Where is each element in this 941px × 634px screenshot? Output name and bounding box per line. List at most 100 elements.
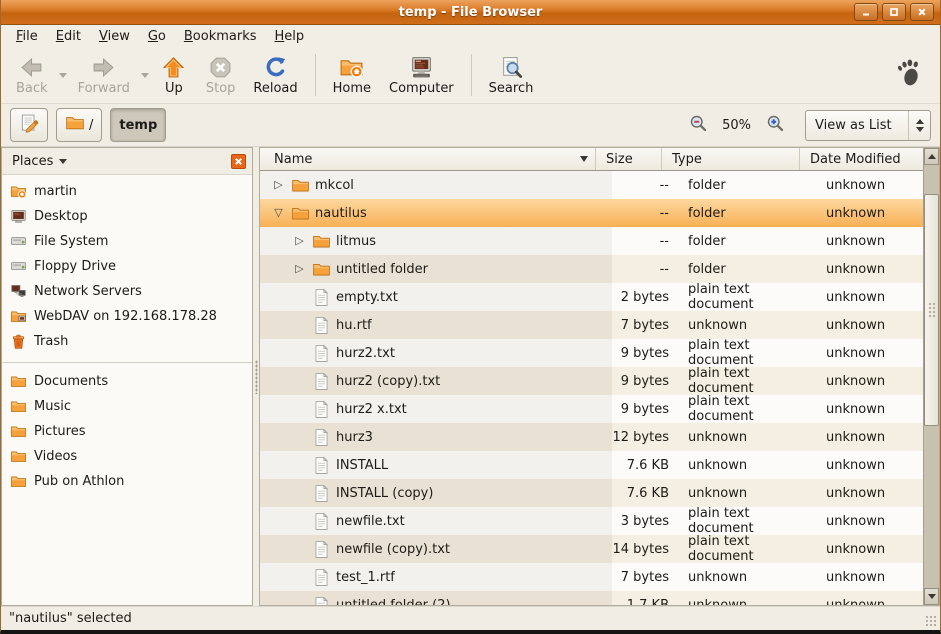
root-path-button[interactable]: / xyxy=(56,108,102,142)
view-selector-stepper[interactable] xyxy=(908,111,930,140)
file-row[interactable]: ▷mkcol--folderunknown xyxy=(260,171,939,199)
file-type: folder xyxy=(678,227,816,255)
computer-button[interactable]: Computer xyxy=(380,50,463,100)
expander-collapsed-icon[interactable]: ▷ xyxy=(271,171,286,199)
edit-location-button[interactable] xyxy=(10,108,48,142)
file-name: test_1.rtf xyxy=(336,570,395,585)
file-row[interactable]: empty.txt2 bytesplain text documentunkno… xyxy=(260,283,939,311)
stop-label: Stop xyxy=(206,81,236,96)
file-name: untitled folder (2) xyxy=(336,598,451,607)
current-folder-button[interactable]: temp xyxy=(110,108,166,142)
sidebar-item-documents[interactable]: Documents xyxy=(2,369,252,394)
expander-expanded-icon[interactable]: ▽ xyxy=(271,199,286,227)
menu-edit[interactable]: Edit xyxy=(47,27,90,46)
file-date-modified: unknown xyxy=(816,535,939,563)
scrollbar-thumb[interactable] xyxy=(924,194,939,426)
file-type: plain text document xyxy=(678,395,816,423)
file-row[interactable]: hurz2 (copy).txt9 bytesplain text docume… xyxy=(260,367,939,395)
file-row[interactable]: test_1.rtf7 bytesunknownunknown xyxy=(260,563,939,591)
column-header-name[interactable]: Name xyxy=(260,148,596,170)
close-sidebar-button[interactable] xyxy=(231,154,246,169)
file-name: hurz2.txt xyxy=(336,346,395,361)
reload-button[interactable]: Reload xyxy=(244,50,306,100)
folder-icon xyxy=(10,448,27,465)
zoom-in-button[interactable] xyxy=(763,113,787,137)
places-sidebar: Places martinDesktopFile SystemFloppy Dr… xyxy=(1,147,253,606)
sidebar-item-music[interactable]: Music xyxy=(2,394,252,419)
sidebar-item-network-servers[interactable]: Network Servers xyxy=(2,279,252,304)
file-row[interactable]: untitled folder (2)1.7 KBunknownunknown xyxy=(260,591,939,606)
sidebar-item-label: Pictures xyxy=(34,424,85,439)
sidebar-item-file-system[interactable]: File System xyxy=(2,229,252,254)
column-header-size-label: Size xyxy=(606,152,633,167)
column-header-size[interactable]: Size xyxy=(596,148,662,170)
file-size: 1.7 KB xyxy=(612,591,678,606)
titlebar[interactable]: temp - File Browser xyxy=(1,0,940,25)
sidebar-item-martin[interactable]: martin xyxy=(2,179,252,204)
folder-icon xyxy=(291,176,310,195)
sidebar-item-desktop[interactable]: Desktop xyxy=(2,204,252,229)
column-header-type[interactable]: Type xyxy=(662,148,800,170)
file-name-cell: hu.rtf xyxy=(260,311,612,339)
file-date-modified: unknown xyxy=(816,339,939,367)
sidebar-item-pictures[interactable]: Pictures xyxy=(2,419,252,444)
file-row[interactable]: INSTALL (copy)7.6 KBunknownunknown xyxy=(260,479,939,507)
expander-collapsed-icon[interactable]: ▷ xyxy=(292,227,307,255)
scroll-down-button[interactable] xyxy=(924,588,939,605)
file-row[interactable]: hurz312 bytesunknownunknown xyxy=(260,423,939,451)
text-file-icon xyxy=(312,372,331,391)
file-row[interactable]: newfile (copy).txt14 bytesplain text doc… xyxy=(260,535,939,563)
search-button[interactable]: Search xyxy=(480,50,543,100)
up-button[interactable]: Up xyxy=(151,50,197,100)
file-row[interactable]: ▽nautilus--folderunknown xyxy=(260,199,939,227)
view-selector[interactable]: View as List xyxy=(805,110,931,141)
menu-file[interactable]: File xyxy=(7,27,47,46)
menu-bookmarks[interactable]: Bookmarks xyxy=(175,27,266,46)
text-file-icon xyxy=(312,428,331,447)
scroll-up-button[interactable] xyxy=(924,148,939,165)
file-row[interactable]: newfile.txt3 bytesplain text documentunk… xyxy=(260,507,939,535)
file-name-cell: ▷untitled folder xyxy=(260,255,612,283)
file-type: unknown xyxy=(678,311,816,339)
zoom-out-button[interactable] xyxy=(686,113,710,137)
zoom-in-icon xyxy=(765,113,786,138)
file-row[interactable]: hu.rtf7 bytesunknownunknown xyxy=(260,311,939,339)
reload-label: Reload xyxy=(253,81,297,96)
file-size: 7 bytes xyxy=(612,563,678,591)
file-size: -- xyxy=(612,171,678,199)
sidebar-item-trash[interactable]: Trash xyxy=(2,329,252,354)
sidebar-separator xyxy=(2,354,252,363)
toolbar: BackForwardUpStopReloadHomeComputerSearc… xyxy=(1,47,940,104)
folder-icon xyxy=(312,232,331,251)
chevron-down-icon xyxy=(59,73,67,78)
file-row[interactable]: ▷litmus--folderunknown xyxy=(260,227,939,255)
desktop-icon xyxy=(10,208,27,225)
file-size: -- xyxy=(612,199,678,227)
menu-go[interactable]: Go xyxy=(139,27,175,46)
file-date-modified: unknown xyxy=(816,563,939,591)
column-header-date-modified[interactable]: Date Modified xyxy=(800,148,923,170)
home-button[interactable]: Home xyxy=(324,50,380,100)
stop-button: Stop xyxy=(197,50,245,100)
file-date-modified: unknown xyxy=(816,227,939,255)
file-type: plain text document xyxy=(678,283,816,311)
sidebar-item-pub-on-athlon[interactable]: Pub on Athlon xyxy=(2,469,252,494)
text-file-icon xyxy=(312,316,331,335)
file-row[interactable]: INSTALL7.6 KBunknownunknown xyxy=(260,451,939,479)
folder-icon xyxy=(10,423,27,440)
text-file-icon xyxy=(312,512,331,531)
vertical-scrollbar[interactable] xyxy=(923,148,939,605)
splitter-grip-icon xyxy=(255,360,258,394)
file-row[interactable]: hurz2.txt9 bytesplain text documentunkno… xyxy=(260,339,939,367)
resize-grip[interactable] xyxy=(924,614,937,627)
sidebar-item-floppy-drive[interactable]: Floppy Drive xyxy=(2,254,252,279)
places-selector[interactable]: Places xyxy=(12,154,67,169)
menu-view[interactable]: View xyxy=(90,27,139,46)
file-row[interactable]: ▷untitled folder--folderunknown xyxy=(260,255,939,283)
file-row[interactable]: hurz2 x.txt9 bytesplain text documentunk… xyxy=(260,395,939,423)
sidebar-item-webdav-on-192-168-178-28[interactable]: WebDAV on 192.168.178.28 xyxy=(2,304,252,329)
menu-help[interactable]: Help xyxy=(266,27,314,46)
sidebar-item-videos[interactable]: Videos xyxy=(2,444,252,469)
expander-collapsed-icon[interactable]: ▷ xyxy=(292,255,307,283)
sidebar-item-label: Documents xyxy=(34,374,108,389)
